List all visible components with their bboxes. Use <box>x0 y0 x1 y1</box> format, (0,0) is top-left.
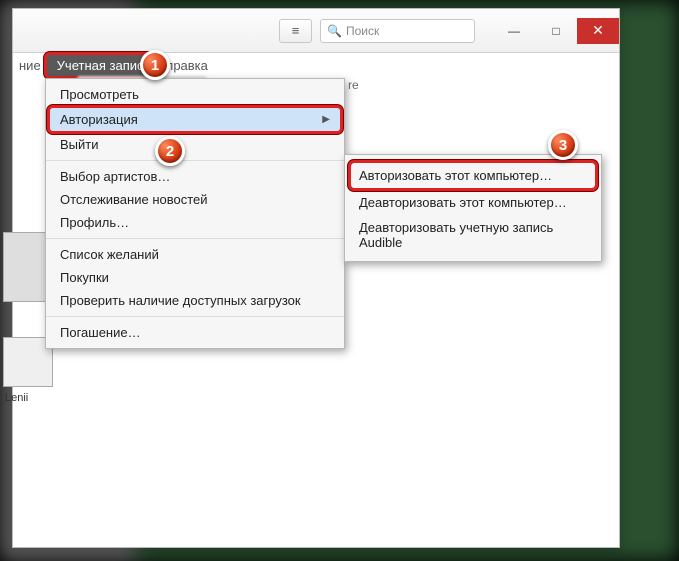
menu-item-label: Авторизация <box>60 112 138 127</box>
menu-item-label: Покупки <box>60 270 109 285</box>
minimize-icon: — <box>508 24 520 38</box>
badge-number: 3 <box>559 137 567 154</box>
menu-item-signout[interactable]: Выйти <box>46 133 344 156</box>
menu-item-cut-left[interactable]: ние <box>19 58 41 73</box>
search-icon: 🔍 <box>327 24 342 38</box>
search-input[interactable]: 🔍 Поиск <box>320 19 475 43</box>
submenu-item-authorize[interactable]: Авторизовать этот компьютер… <box>351 163 595 188</box>
menu-item-label: Выйти <box>60 137 99 152</box>
menu-item-check-downloads[interactable]: Проверить наличие доступных загрузок <box>46 289 344 312</box>
menubar: ние Учетная запись правка <box>13 53 619 77</box>
submenu-item-label: Авторизовать этот компьютер… <box>359 168 552 183</box>
list-icon: ≡ <box>292 23 300 38</box>
authorization-submenu: Авторизовать этот компьютер… Деавторизов… <box>344 154 602 262</box>
titlebar: ≡ 🔍 Поиск — □ ✕ <box>13 9 619 53</box>
callout-badge-1: 1 <box>140 50 170 80</box>
submenu-item-label: Деавторизовать этот компьютер… <box>359 195 567 210</box>
menu-item-label: Проверить наличие доступных загрузок <box>60 293 301 308</box>
maximize-button[interactable]: □ <box>535 18 577 44</box>
menu-item-label: Погашение… <box>60 325 141 340</box>
menu-item-label: Список желаний <box>60 247 159 262</box>
menu-item-authorization[interactable]: Авторизация ▶ <box>50 108 340 131</box>
menu-item-label: Отслеживание новостей <box>60 192 208 207</box>
maximize-icon: □ <box>552 24 559 38</box>
chevron-right-icon: ▶ <box>322 114 330 125</box>
text-fragment-re: re <box>348 78 359 92</box>
menu-item-label: Просмотреть <box>60 87 139 102</box>
window-controls: — □ ✕ <box>493 18 619 44</box>
callout-badge-2: 2 <box>155 136 185 166</box>
minimize-button[interactable]: — <box>493 18 535 44</box>
menu-item-label: Выбор артистов… <box>60 169 170 184</box>
close-button[interactable]: ✕ <box>577 18 619 44</box>
callout-badge-3: 3 <box>548 130 578 160</box>
search-placeholder: Поиск <box>346 24 379 38</box>
thumb-caption: Lenii <box>5 392 28 404</box>
account-menu: Просмотреть Авторизация ▶ Выйти Выбор ар… <box>45 78 345 349</box>
menu-item-artists[interactable]: Выбор артистов… <box>46 160 344 188</box>
menu-item-news[interactable]: Отслеживание новостей <box>46 188 344 211</box>
menu-item-view[interactable]: Просмотреть <box>46 83 344 106</box>
menu-item-redeem[interactable]: Погашение… <box>46 316 344 344</box>
badge-number: 2 <box>166 143 174 160</box>
badge-number: 1 <box>151 57 159 74</box>
menu-item-label: Профиль… <box>60 215 129 230</box>
submenu-item-deauthorize[interactable]: Деавторизовать этот компьютер… <box>345 190 601 215</box>
submenu-item-deauthorize-audible[interactable]: Деавторизовать учетную запись Audible <box>345 215 601 255</box>
menu-item-profile[interactable]: Профиль… <box>46 211 344 234</box>
list-view-button[interactable]: ≡ <box>279 19 312 43</box>
menu-item-purchases[interactable]: Покупки <box>46 266 344 289</box>
menu-item-cut-help[interactable]: правка <box>166 58 208 73</box>
submenu-item-label: Деавторизовать учетную запись Audible <box>359 220 553 250</box>
close-icon: ✕ <box>592 22 604 39</box>
menu-item-wishlist[interactable]: Список желаний <box>46 238 344 266</box>
